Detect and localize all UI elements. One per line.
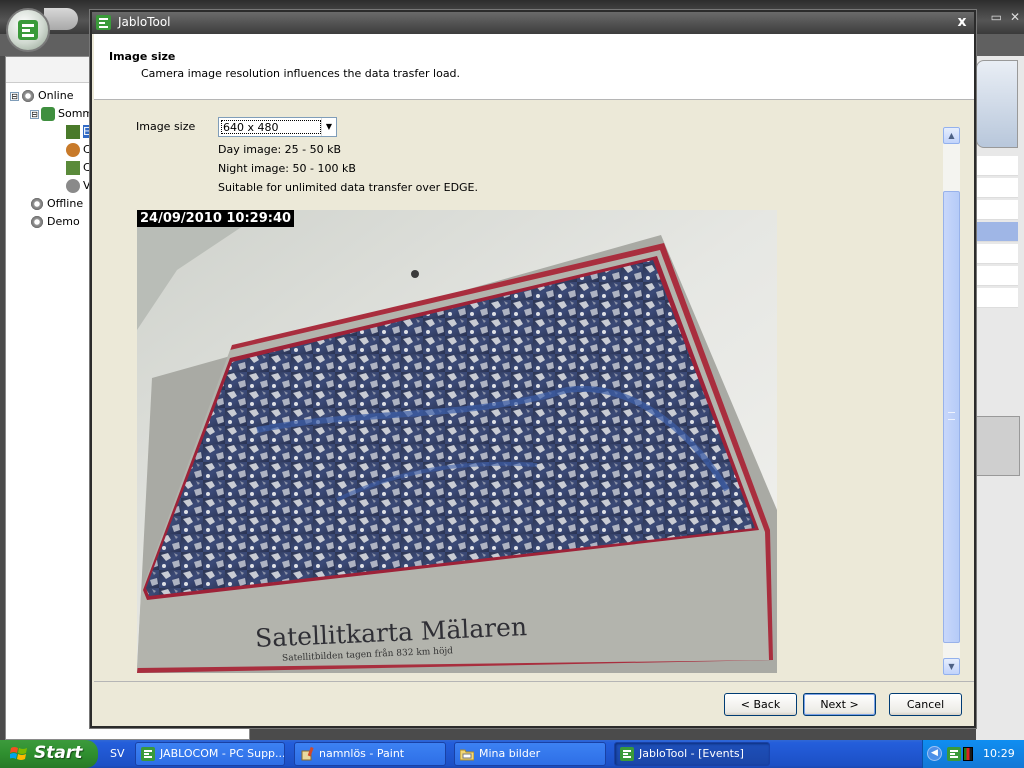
close-button[interactable]: x [954, 13, 970, 31]
tree-item-label: Somm [58, 107, 94, 120]
jablotool-icon [96, 15, 111, 30]
image-size-label: Image size [136, 120, 196, 133]
taskbar-item-label: namnlös - Paint [319, 747, 405, 760]
events-icon [66, 125, 80, 139]
camera-photo [137, 210, 777, 673]
device-icon [41, 107, 55, 121]
start-button[interactable]: Start [0, 740, 98, 768]
clock[interactable]: 10:29 [983, 747, 1015, 760]
taskbar-item-label: Mina bilder [479, 747, 541, 760]
camera-preview-image: 24/09/2010 10:29:40 Satellitkarta Mälare… [137, 210, 777, 673]
tree-item-label: Offline [47, 197, 84, 210]
grip-icon [948, 412, 955, 420]
wizard-content: Image size 640 x 480 ▼ Day image: 25 - 5… [94, 101, 974, 681]
wizard-footer: < Back Next > Cancel [94, 681, 974, 726]
gear-icon [30, 215, 44, 229]
day-image-info: Day image: 25 - 50 kB [218, 143, 342, 156]
paint-icon [301, 747, 314, 761]
tree-item-online[interactable]: ⊟ Online [10, 87, 73, 105]
jablotool-logo-icon[interactable] [6, 8, 50, 52]
wizard-header: Image size Camera image resolution influ… [94, 34, 974, 100]
language-indicator[interactable]: SV [110, 747, 125, 760]
dialog-title: JabloTool [118, 15, 171, 29]
night-image-info: Night image: 50 - 100 kB [218, 162, 356, 175]
jablotool-icon [141, 747, 155, 761]
detail-pane [976, 416, 1020, 476]
system-tray: ◀ 10:29 [922, 740, 1024, 768]
collapse-icon[interactable]: ⊟ [30, 109, 39, 119]
taskbar-item-paint[interactable]: namnlös - Paint [294, 742, 446, 766]
taskbar-item-jablotool-events[interactable]: JabloTool - [Events] [614, 742, 770, 766]
tree-item-label: Demo [47, 215, 80, 228]
edge-suitability-info: Suitable for unlimited data transfer ove… [218, 181, 479, 194]
list-row[interactable] [976, 288, 1018, 308]
taskbar: Start SV JABLOCOM - PC Supp... namnlös -… [0, 740, 1024, 768]
navigation-tree: ⊟Online ⊟Somm Ev Ce Co Vi Offline Demo [10, 87, 97, 231]
tree-item-label: Online [38, 89, 74, 102]
side-tab[interactable] [976, 60, 1018, 148]
taskbar-item-label: JabloTool - [Events] [639, 747, 744, 760]
gear-icon [30, 197, 44, 211]
jablotool-icon [620, 747, 634, 761]
camera-icon [66, 179, 80, 193]
list-row[interactable] [976, 266, 1018, 286]
image-size-selected-value: 640 x 480 [221, 120, 321, 134]
start-label: Start [34, 743, 83, 763]
restore-icon[interactable]: ▭ [991, 10, 1002, 24]
contacts-icon [66, 143, 80, 157]
list-row[interactable] [976, 200, 1018, 220]
tree-item-offline[interactable]: Offline [30, 195, 93, 213]
background-right-panel [976, 56, 1024, 740]
status-tray-icon[interactable] [963, 747, 973, 761]
gear-icon [21, 89, 35, 103]
list-row[interactable] [976, 244, 1018, 264]
tree-item-somm[interactable]: ⊟ Somm [30, 105, 93, 123]
windows-logo-icon [10, 747, 27, 760]
list-row[interactable] [976, 156, 1018, 176]
collapse-icon[interactable]: ⊟ [10, 91, 19, 101]
jablotool-tray-icon[interactable] [947, 747, 961, 761]
background-window-controls: ▭ ✕ [983, 10, 1020, 24]
vertical-scrollbar[interactable]: ▲ ▼ [943, 127, 960, 675]
close-icon[interactable]: ✕ [1010, 10, 1020, 24]
wizard-step-title: Image size [109, 50, 176, 63]
image-size-dialog: JabloTool x Image size Camera image reso… [90, 10, 976, 728]
dialog-titlebar[interactable]: JabloTool x [92, 12, 974, 34]
scrollbar-thumb[interactable] [943, 191, 960, 643]
scroll-down-button[interactable]: ▼ [943, 658, 960, 675]
list-row-selected[interactable] [976, 222, 1018, 242]
folder-icon [460, 749, 474, 761]
list-row[interactable] [976, 178, 1018, 198]
taskbar-item-mina-bilder[interactable]: Mina bilder [454, 742, 606, 766]
image-size-dropdown[interactable]: 640 x 480 ▼ [218, 117, 337, 137]
camera-timestamp: 24/09/2010 10:29:40 [137, 210, 295, 227]
taskbar-item-jablocom[interactable]: JABLOCOM - PC Supp... [135, 742, 285, 766]
chevron-left-icon[interactable]: ◀ [927, 746, 942, 761]
chevron-down-icon[interactable]: ▼ [321, 118, 336, 136]
tree-item-demo[interactable]: Demo [30, 213, 93, 231]
scroll-up-button[interactable]: ▲ [943, 127, 960, 144]
next-button[interactable]: Next > [803, 693, 876, 716]
cancel-button[interactable]: Cancel [889, 693, 962, 716]
back-button[interactable]: < Back [724, 693, 797, 716]
taskbar-item-label: JABLOCOM - PC Supp... [160, 747, 285, 760]
config-icon [66, 161, 80, 175]
wizard-step-description: Camera image resolution influences the d… [141, 67, 461, 80]
